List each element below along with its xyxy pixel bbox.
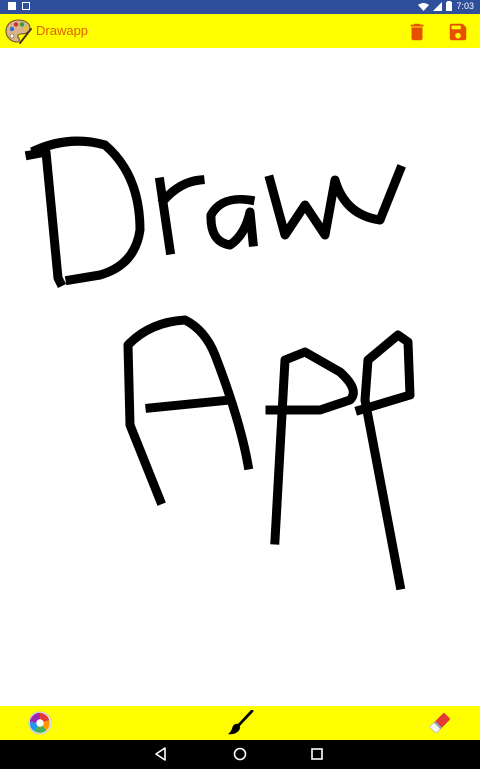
stroke-letter-p2 bbox=[354, 330, 415, 591]
notification-icon bbox=[22, 2, 30, 10]
stroke-letter-d bbox=[24, 147, 67, 289]
palette-logo-icon bbox=[5, 19, 32, 44]
eraser-icon[interactable] bbox=[426, 710, 454, 736]
stroke-letter-w bbox=[264, 164, 406, 240]
back-icon[interactable] bbox=[152, 745, 170, 763]
stroke-letter-a2 bbox=[145, 395, 235, 413]
status-bar: 7:03 bbox=[0, 0, 480, 14]
status-right: 7:03 bbox=[418, 1, 474, 11]
color-wheel-icon[interactable] bbox=[26, 710, 54, 736]
battery-icon bbox=[446, 1, 453, 11]
signal-icon bbox=[433, 1, 443, 11]
home-icon[interactable] bbox=[231, 745, 249, 763]
navigation-bar bbox=[0, 740, 480, 769]
notification-icons bbox=[8, 2, 30, 10]
stroke-letter-p bbox=[265, 347, 358, 545]
drawing-canvas[interactable] bbox=[0, 48, 480, 706]
bottom-toolbar bbox=[0, 706, 480, 740]
brush-icon[interactable] bbox=[226, 710, 254, 736]
app-bar: Drawapp bbox=[0, 14, 480, 48]
stroke-letter-a bbox=[206, 194, 258, 250]
notification-icon bbox=[8, 2, 16, 10]
status-time: 7:03 bbox=[456, 1, 474, 11]
save-icon[interactable] bbox=[447, 21, 469, 43]
wifi-icon bbox=[418, 2, 430, 11]
stroke-letter-r bbox=[157, 175, 205, 207]
drawing-strokes bbox=[24, 136, 415, 591]
app-title: Drawapp bbox=[36, 23, 89, 38]
trash-icon[interactable] bbox=[406, 21, 428, 43]
recents-icon[interactable] bbox=[308, 745, 326, 763]
